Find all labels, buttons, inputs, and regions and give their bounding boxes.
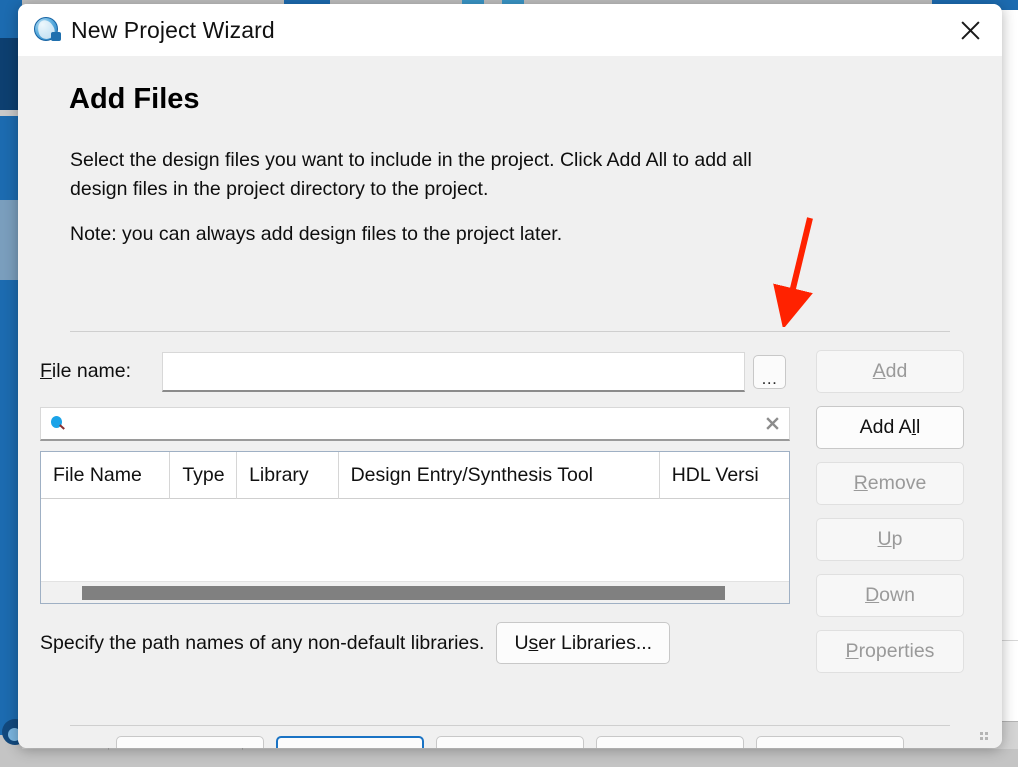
finish-button[interactable]: Finish [436,736,584,748]
dialog-titlebar: New Project Wizard [18,4,1002,56]
properties-button-mnemonic: P [845,640,859,662]
properties-button[interactable]: Properties [816,630,964,673]
back-button-rest: ack [187,747,218,748]
close-icon [960,20,980,40]
column-header-file-name[interactable]: File Name [41,452,171,499]
resize-grip[interactable] [980,727,994,741]
file-name-label: File name: [40,360,162,383]
back-button-prefix: < [162,747,174,748]
horizontal-scrollbar[interactable] [41,581,789,603]
files-table-header: File Name Type Library Design Entry/Synt… [41,452,789,499]
dialog-footer: < Back Next > Finish Cancel Help [18,736,1002,748]
add-button-mnemonic: A [872,360,886,382]
finish-button-rest: inish [496,747,537,748]
up-button-rest: p [891,528,903,550]
finish-button-mnemonic: F [483,747,495,748]
description-note: Note: you can always add design files to… [70,223,563,246]
remove-button-rest: emove [867,472,927,494]
close-button[interactable] [938,4,1002,56]
user-libraries-text: Specify the path names of any non-defaul… [40,631,485,654]
down-button[interactable]: Down [816,574,964,617]
add-all-button-prefix: Add A [859,416,912,438]
dialog-body: Add Files Select the design files you wa… [18,56,1002,748]
clear-x-icon [765,417,779,430]
add-all-button[interactable]: Add All [816,406,964,449]
help-button[interactable]: Help [756,736,904,748]
clear-search-button[interactable] [763,416,781,431]
globe-icon [34,17,61,43]
next-button-rest: ext > [335,747,379,748]
user-libraries-mnemonic: s [528,631,539,654]
files-table-body [41,499,789,581]
column-header-library[interactable]: Library [237,452,339,499]
browse-button[interactable]: ... [753,354,786,389]
page-title: Add Files [69,83,200,115]
description-line-1: Select the design files you want to incl… [70,149,752,171]
user-libraries-rest: er Libraries... [538,631,653,654]
next-button-mnemonic: N [321,747,335,748]
add-button-rest: dd [885,360,908,382]
file-name-input[interactable] [162,351,745,392]
down-button-mnemonic: D [865,584,880,606]
add-all-button-rest: l [916,416,921,438]
column-header-hdl-version[interactable]: HDL Versi [660,452,789,499]
back-button-mnemonic: B [174,747,187,748]
file-name-label-rest: ile name: [51,360,132,382]
next-button[interactable]: Next > [276,736,424,748]
separator-bottom [70,725,950,726]
column-header-type[interactable]: Type [170,452,238,499]
search-input[interactable] [67,412,763,435]
help-button-mnemonic: H [809,747,823,748]
add-button[interactable]: Add [816,350,964,393]
back-button[interactable]: < Back [116,736,264,748]
separator-top [70,331,950,332]
up-button[interactable]: Up [816,518,964,561]
browse-button-label: ... [761,368,778,388]
user-libraries-button[interactable]: Us er Libraries... [496,622,671,664]
cancel-button-rest: ancel [653,747,701,748]
remove-button[interactable]: Remove [816,462,964,505]
user-libraries-prefix: U [514,631,529,654]
description-block: Select the design files you want to incl… [70,146,970,246]
column-header-design-entry-synthesis-tool[interactable]: Design Entry/Synthesis Tool [339,452,660,499]
description-line-2: design files in the project directory to… [70,177,489,200]
new-project-wizard-dialog: New Project Wizard Add Files Select the … [18,4,1002,748]
side-button-group: Add Add All Remove Up Down Properties [816,350,964,673]
cancel-button-mnemonic: C [639,747,653,748]
file-name-mnemonic: F [40,360,52,382]
search-box[interactable] [40,407,790,441]
properties-button-rest: roperties [858,640,935,662]
down-button-rest: own [879,584,915,606]
up-button-mnemonic: U [877,528,892,550]
dialog-title: New Project Wizard [71,16,275,43]
search-icon [49,415,67,433]
cancel-button[interactable]: Cancel [596,736,744,748]
remove-button-mnemonic: R [853,472,868,494]
files-table[interactable]: File Name Type Library Design Entry/Synt… [40,451,790,604]
help-button-rest: elp [824,747,851,748]
horizontal-scrollbar-thumb[interactable] [82,586,725,600]
